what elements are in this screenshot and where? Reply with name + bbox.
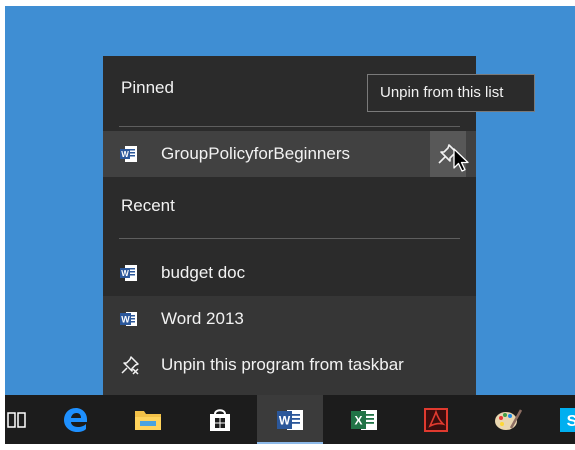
taskbar-word[interactable]: W <box>257 395 323 444</box>
taskbar-edge[interactable] <box>51 395 101 444</box>
taskbar: W X S <box>5 395 575 444</box>
recent-header: Recent <box>121 196 175 215</box>
taskbar-store[interactable] <box>195 395 245 444</box>
svg-text:X: X <box>354 413 362 427</box>
task-view-icon <box>7 411 26 428</box>
word-doc-icon: W <box>120 146 137 162</box>
paint-palette-icon <box>495 408 523 430</box>
taskbar-excel[interactable]: X <box>339 395 389 444</box>
recent-item-budget-doc[interactable]: W budget doc <box>103 250 476 296</box>
folder-icon <box>135 410 161 430</box>
pinned-separator <box>119 126 460 127</box>
word-doc-icon: W <box>120 265 137 281</box>
taskbar-paint[interactable] <box>483 395 533 444</box>
task-label: Unpin this program from taskbar <box>161 355 404 374</box>
acrobat-icon <box>424 407 448 432</box>
svg-text:W: W <box>279 413 291 427</box>
word-app-icon: W <box>277 409 303 430</box>
svg-text:W: W <box>121 269 129 278</box>
pinned-header: Pinned <box>121 78 174 97</box>
edge-icon <box>64 407 87 432</box>
svg-text:W: W <box>121 150 129 159</box>
recent-item-label: budget doc <box>161 263 246 282</box>
svg-text:W: W <box>121 315 130 325</box>
tooltip: Unpin from this list <box>367 74 535 112</box>
taskbar-file-explorer[interactable] <box>123 395 173 444</box>
task-unpin-from-taskbar[interactable]: Unpin this program from taskbar <box>103 342 476 388</box>
taskbar-skype[interactable]: S <box>547 395 575 444</box>
mouse-cursor-icon <box>453 148 469 172</box>
recent-separator <box>119 238 460 239</box>
excel-app-icon: X <box>351 409 377 430</box>
pinned-item-grouppolicyforbeginners[interactable]: W GroupPolicyforBeginners <box>103 131 476 177</box>
task-label: Word 2013 <box>161 309 244 328</box>
skype-icon: S <box>560 407 575 432</box>
store-icon <box>210 408 230 431</box>
pinned-item-label: GroupPolicyforBeginners <box>161 144 350 163</box>
word-app-icon: W <box>120 312 137 326</box>
task-open-word-2013[interactable]: W Word 2013 <box>103 296 476 342</box>
taskbar-acrobat[interactable] <box>411 395 461 444</box>
unpin-icon <box>121 356 139 375</box>
desktop-background: Pinned W GroupPolicyforBeginners Recent … <box>5 6 575 444</box>
taskbar-task-view[interactable] <box>5 395 41 444</box>
svg-text:S: S <box>567 413 575 430</box>
